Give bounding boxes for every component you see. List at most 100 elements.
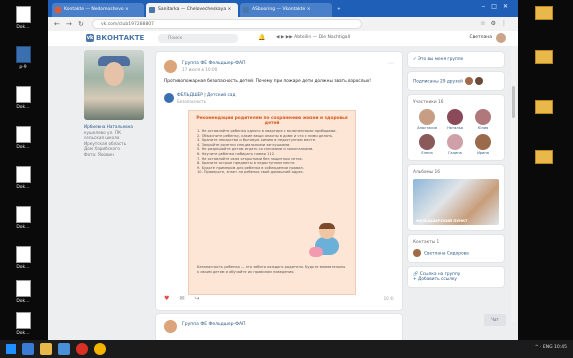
album-photo[interactable]: ФЕЛЬДШЕРСКИЙ ПУНКТ — [413, 179, 499, 225]
browser-tab-active[interactable]: Sanitarka — Chelovecheskaya × — [146, 3, 238, 17]
albums-header[interactable]: Альбомы 16 — [413, 170, 499, 175]
member[interactable]: Анастасия — [413, 109, 441, 130]
browser-menu-icons[interactable]: ☆⚙⋮ — [480, 20, 512, 27]
member[interactable]: Елена — [413, 134, 441, 155]
vk-logo[interactable]: vk ВКОНТАКТЕ — [86, 34, 144, 42]
chat-button[interactable]: Чат — [484, 314, 506, 326]
post-image[interactable]: Рекомендации родителям по сохранению жиз… — [188, 110, 356, 295]
avatar[interactable] — [496, 33, 506, 43]
desktop-folder[interactable] — [521, 100, 567, 116]
friends-subscribed[interactable]: Подписаны 29 друзей — [408, 72, 504, 90]
avatar[interactable] — [164, 60, 177, 73]
avatar — [475, 109, 491, 125]
system-tray[interactable]: ^ ⋅ ENG 10:45 — [535, 345, 567, 350]
desktop-folder[interactable] — [521, 50, 567, 66]
post-author[interactable]: Группа ФЕ Фельдшер-ФАП — [182, 322, 245, 327]
wall-post: Группа ФЕ Фельдшер-ФАП 17 июля в 10:00 ⋯… — [156, 52, 402, 310]
left-column: Ирбиевна Натальевна кушелево ул. ПК сель… — [84, 50, 154, 157]
desktop-folder[interactable] — [521, 150, 567, 166]
bell-icon[interactable]: 🔔 — [258, 34, 265, 41]
members-box: Участники 16 Анастасия Наталья Юлия Елен… — [408, 95, 504, 160]
document-icon — [15, 166, 31, 183]
contacts-header[interactable]: Контакты 1 — [413, 240, 499, 245]
vk-search-input[interactable]: Поиск — [158, 34, 238, 43]
join-box[interactable]: ✓ Это вы меня группе — [408, 52, 504, 67]
baby-hair — [319, 223, 335, 229]
desktop-icon[interactable]: Dok… — [0, 166, 46, 190]
avatar[interactable] — [164, 320, 177, 333]
document-icon — [15, 126, 31, 143]
share-icon[interactable]: ↪ — [194, 295, 209, 302]
views-count: 10 © — [383, 296, 394, 301]
store-icon[interactable] — [58, 343, 70, 355]
member-name: Галина — [448, 151, 462, 155]
windows-start-icon[interactable] — [6, 344, 16, 354]
member-name: Елена — [421, 151, 433, 155]
document-icon — [15, 86, 31, 103]
member[interactable]: Галина — [441, 134, 469, 155]
desktop-icon[interactable]: Dok… — [0, 312, 46, 336]
vk-favicon-icon — [243, 7, 249, 13]
avatar — [419, 109, 435, 125]
browser-tab[interactable]: ASbooring — Vkontakte × — [240, 3, 332, 17]
window-controls[interactable]: ‒□✕ — [481, 3, 514, 10]
desktop-icon[interactable]: Dok… — [0, 206, 46, 230]
member[interactable]: Наталья — [441, 109, 469, 130]
info-line: Фото: Яоовин — [84, 151, 114, 157]
desktop-left-icons: Dok… p-9 Dok… Dok… Dok… Dok… Dok… Dok… D… — [0, 0, 48, 340]
repost-author[interactable]: ФЕЛЬДШЕР | Детский сад — [177, 93, 235, 98]
group-photo[interactable] — [84, 50, 144, 120]
vk-logo-icon: vk — [86, 34, 94, 42]
desktop-icon[interactable]: Dok… — [0, 126, 46, 150]
forward-icon[interactable]: → — [66, 20, 72, 28]
address-bar: ← → ↻ vk.com/club197288807 ☆⚙⋮ — [48, 17, 518, 32]
document-icon — [15, 312, 31, 329]
app-icon — [15, 46, 31, 63]
desktop-folder[interactable] — [521, 6, 567, 22]
folder-icon — [535, 100, 553, 114]
poster-title: Рекомендации родителям по сохранению жиз… — [196, 116, 348, 126]
user-name[interactable]: Светлана — [469, 35, 492, 40]
avatar — [447, 134, 463, 150]
document-icon — [15, 206, 31, 223]
desktop-right-icons — [515, 0, 573, 340]
opera-icon[interactable] — [76, 343, 88, 355]
url-input[interactable]: vk.com/club197288807 — [92, 19, 362, 29]
vk-header: vk ВКОНТАКТЕ Поиск 🔔 ◀ ▶ ▶▶ Abteilin — Di… — [48, 31, 518, 47]
desktop-icon[interactable]: Dok… — [0, 246, 46, 270]
member[interactable]: Юлия — [469, 109, 497, 130]
desktop-icon[interactable]: Dok… — [0, 86, 46, 110]
scrollbar[interactable] — [511, 46, 516, 322]
desktop-icon[interactable]: p-9 — [0, 46, 46, 70]
join-label: Это вы меня группе — [417, 57, 464, 62]
like-icon[interactable]: ♥ — [164, 295, 179, 302]
chrome-icon[interactable] — [94, 343, 106, 355]
music-player[interactable]: ◀ ▶ ▶▶ Abteilin — Die Nachtigall — [276, 35, 350, 40]
member-name: Юлия — [477, 126, 489, 130]
document-icon — [15, 6, 31, 23]
browser-tab[interactable]: Kontakte — Nedomoshevo × — [52, 3, 144, 17]
back-icon[interactable]: ← — [54, 20, 60, 28]
desktop-icon[interactable]: Dok… — [0, 280, 46, 304]
post-author[interactable]: Группа ФЕ Фельдшер-ФАП — [182, 61, 245, 66]
members-header[interactable]: Участники 16 — [413, 100, 499, 105]
member[interactable]: Ирина — [469, 134, 497, 155]
desktop-icon[interactable]: Dok… — [0, 6, 46, 30]
new-tab-button[interactable]: + — [334, 3, 346, 17]
links-box[interactable]: 🔗 Ссылка на группу + Добавить ссылку — [408, 267, 504, 287]
group-info: Ирбиевна Натальевна кушелево ул. ПК сель… — [84, 124, 154, 157]
comment-icon[interactable]: ✉ — [179, 295, 194, 302]
more-icon[interactable]: ⋯ — [388, 60, 394, 67]
task-view-icon[interactable] — [22, 343, 34, 355]
poster-footer: Безопасность ребенка — это забота каждог… — [197, 265, 346, 274]
members-grid: Анастасия Наталья Юлия Елена Галина Ирин… — [413, 109, 499, 155]
avatar[interactable] — [164, 93, 174, 103]
vk-page: Ирбиевна Натальевна кушелево ул. ПК сель… — [48, 46, 518, 340]
contact[interactable]: Светлана Сидорова — [413, 249, 499, 257]
post-date[interactable]: 17 июля в 10:00 — [182, 67, 217, 72]
scrollbar-thumb[interactable] — [512, 86, 515, 118]
reload-icon[interactable]: ↻ — [78, 20, 84, 28]
post-text: Противопожарная безопасность детей. Поче… — [164, 79, 372, 84]
explorer-icon[interactable] — [40, 343, 52, 355]
browser-window: Kontakte — Nedomoshevo × Sanitarka — Che… — [48, 0, 518, 340]
